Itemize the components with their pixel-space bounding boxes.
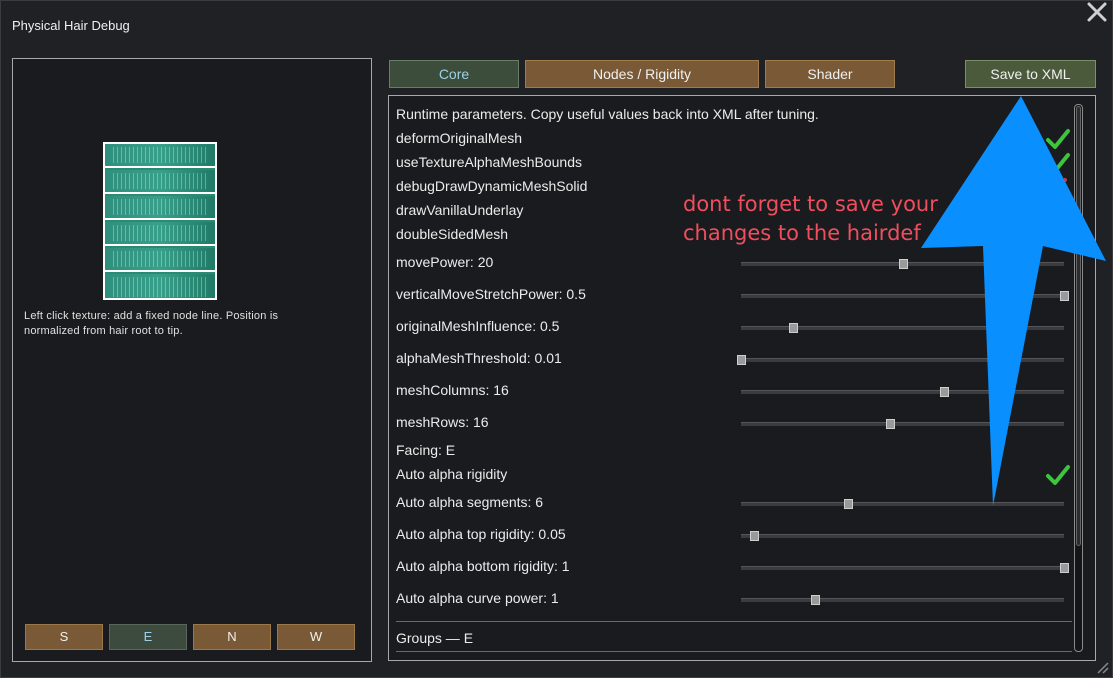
- slider-label-alpha-mesh-threshold: alphaMeshThreshold: 0.01: [396, 350, 562, 366]
- slider-thumb[interactable]: [1060, 563, 1069, 573]
- slider-auto-alpha-curve-power[interactable]: [741, 595, 1064, 605]
- arrow-pointing-to-save-icon: [921, 96, 1106, 506]
- slider-label-original-mesh-influence: originalMeshInfluence: 0.5: [396, 318, 560, 334]
- physical-hair-debug-window: Physical Hair Debug Left click texture: …: [0, 0, 1113, 678]
- slider-thumb[interactable]: [885, 419, 895, 429]
- slider-auto-alpha-bottom-rigidity[interactable]: [741, 563, 1069, 573]
- slider-label-mesh-rows: meshRows: 16: [396, 414, 489, 430]
- texture-node-line: [105, 274, 215, 298]
- direction-button-w[interactable]: W: [277, 624, 355, 650]
- params-intro-text: Runtime parameters. Copy useful values b…: [396, 106, 819, 122]
- tab-shader[interactable]: Shader: [765, 60, 895, 88]
- slider-thumb[interactable]: [811, 595, 821, 605]
- toggle-debug-draw-dynamic-mesh-solid[interactable]: debugDrawDynamicMeshSolid: [396, 178, 587, 194]
- slider-label-move-power: movePower: 20: [396, 254, 494, 270]
- texture-node-line: [105, 248, 215, 272]
- slider-thumb[interactable]: [788, 323, 798, 333]
- toggle-double-sided-mesh[interactable]: doubleSidedMesh: [396, 226, 508, 242]
- slider-label-auto-alpha-segments: Auto alpha segments: 6: [396, 494, 544, 510]
- toggle-deform-original-mesh[interactable]: deformOriginalMesh: [396, 130, 522, 146]
- toggle-draw-vanilla-underlay[interactable]: drawVanillaUnderlay: [396, 202, 523, 218]
- divider: [396, 621, 1072, 622]
- save-to-xml-button[interactable]: Save to XML: [965, 60, 1096, 88]
- annotation-line-2: changes to the hairdef: [683, 221, 921, 245]
- direction-button-n[interactable]: N: [193, 624, 271, 650]
- facing-label: Facing: E: [396, 442, 456, 458]
- toggle-use-texture-alpha-mesh-bounds[interactable]: useTextureAlphaMeshBounds: [396, 154, 582, 170]
- texture-panel: Left click texture: add a fixed node lin…: [12, 58, 372, 662]
- slider-thumb[interactable]: [749, 531, 759, 541]
- divider: [396, 651, 1072, 652]
- tab-core[interactable]: Core: [389, 60, 519, 88]
- slider-thumb[interactable]: [843, 499, 853, 509]
- toggle-auto-alpha-rigidity[interactable]: Auto alpha rigidity: [396, 466, 507, 482]
- texture-node-line: [105, 222, 215, 246]
- hair-texture-preview[interactable]: [103, 142, 217, 300]
- slider-thumb[interactable]: [737, 355, 746, 365]
- slider-label-vertical-move-stretch-power: verticalMoveStretchPower: 0.5: [396, 286, 586, 302]
- slider-thumb[interactable]: [898, 259, 908, 269]
- direction-button-e[interactable]: E: [109, 624, 187, 650]
- slider-label-auto-alpha-bottom-rigidity: Auto alpha bottom rigidity: 1: [396, 558, 570, 574]
- texture-node-line: [105, 170, 215, 194]
- groups-header: Groups — E: [396, 630, 474, 646]
- slider-label-mesh-columns: meshColumns: 16: [396, 382, 509, 398]
- texture-help-text: Left click texture: add a fixed node lin…: [24, 310, 279, 337]
- texture-node-line: [105, 144, 215, 168]
- save-reminder-annotation: dont forget to save your changes to the …: [683, 190, 938, 248]
- window-title: Physical Hair Debug: [12, 18, 130, 33]
- annotation-line-1: dont forget to save your: [683, 192, 938, 216]
- slider-label-auto-alpha-top-rigidity: Auto alpha top rigidity: 0.05: [396, 526, 566, 542]
- tab-nodes-rigidity[interactable]: Nodes / Rigidity: [525, 60, 759, 88]
- direction-button-s[interactable]: S: [25, 624, 103, 650]
- slider-label-auto-alpha-curve-power: Auto alpha curve power: 1: [396, 590, 559, 606]
- texture-node-line: [105, 196, 215, 220]
- slider-auto-alpha-top-rigidity[interactable]: [741, 531, 1064, 541]
- close-icon[interactable]: [1086, 1, 1108, 23]
- resize-grip-icon[interactable]: [1095, 660, 1109, 674]
